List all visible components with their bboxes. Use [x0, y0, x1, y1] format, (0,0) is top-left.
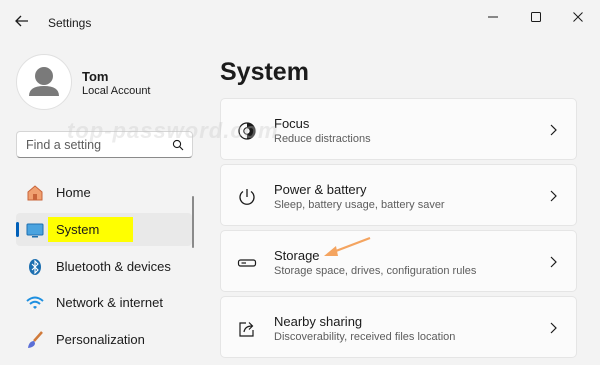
sidebar-item-personalization[interactable]: Personalization: [16, 323, 192, 356]
card-subtitle: Storage space, drives, configuration rul…: [274, 265, 477, 277]
sidebar-item-network[interactable]: Network & internet: [16, 286, 192, 319]
sidebar-item-label: System: [56, 222, 100, 237]
card-subtitle: Reduce distractions: [274, 133, 371, 145]
sidebar-item-label: Network & internet: [56, 295, 163, 310]
selection-indicator: [16, 222, 19, 237]
card-title: Focus: [274, 116, 310, 131]
chevron-right-icon: [550, 322, 557, 334]
minimize-icon: [488, 16, 498, 18]
minimize-button[interactable]: [479, 8, 507, 26]
sidebar-item-bluetooth[interactable]: Bluetooth & devices: [16, 250, 192, 283]
power-icon: [236, 186, 258, 208]
back-arrow-icon: [15, 15, 28, 27]
system-icon: [26, 221, 44, 239]
sidebar-item-system[interactable]: System: [16, 213, 192, 246]
card-storage[interactable]: Storage Storage space, drives, configura…: [220, 230, 577, 292]
app-title: Settings: [48, 16, 92, 30]
card-title: Power & battery: [274, 182, 367, 197]
sidebar-item-label: Bluetooth & devices: [56, 259, 171, 274]
title-bar: Settings: [0, 0, 600, 38]
home-icon: [26, 184, 44, 202]
chevron-right-icon: [550, 190, 557, 202]
sidebar-item-label: Personalization: [56, 332, 145, 347]
card-title: Nearby sharing: [274, 314, 363, 329]
sidebar-item-home[interactable]: Home: [16, 176, 192, 209]
share-icon: [236, 318, 258, 340]
page-title: System: [220, 58, 309, 86]
back-button[interactable]: [9, 10, 35, 32]
person-icon: [29, 67, 59, 96]
chevron-right-icon: [550, 256, 557, 268]
card-subtitle: Sleep, battery usage, battery saver: [274, 199, 445, 211]
bluetooth-icon: [26, 258, 44, 276]
sidebar-scrollbar[interactable]: [192, 196, 194, 248]
avatar[interactable]: [16, 54, 72, 110]
maximize-icon: [531, 12, 541, 22]
user-name: Tom: [82, 69, 109, 84]
brush-icon: [26, 331, 44, 349]
card-power-battery[interactable]: Power & battery Sleep, battery usage, ba…: [220, 164, 577, 226]
account-type: Local Account: [82, 85, 151, 97]
storage-icon: [236, 252, 258, 274]
card-title: Storage: [274, 248, 320, 263]
maximize-button[interactable]: [522, 8, 550, 26]
close-button[interactable]: [564, 8, 592, 26]
wifi-icon: [26, 294, 44, 312]
watermark: top-password.com: [67, 118, 279, 143]
card-nearby-sharing[interactable]: Nearby sharing Discoverability, received…: [220, 296, 577, 358]
sidebar-item-label: Home: [56, 185, 91, 200]
card-subtitle: Discoverability, received files location: [274, 331, 456, 343]
close-icon: [573, 12, 583, 22]
chevron-right-icon: [550, 124, 557, 136]
